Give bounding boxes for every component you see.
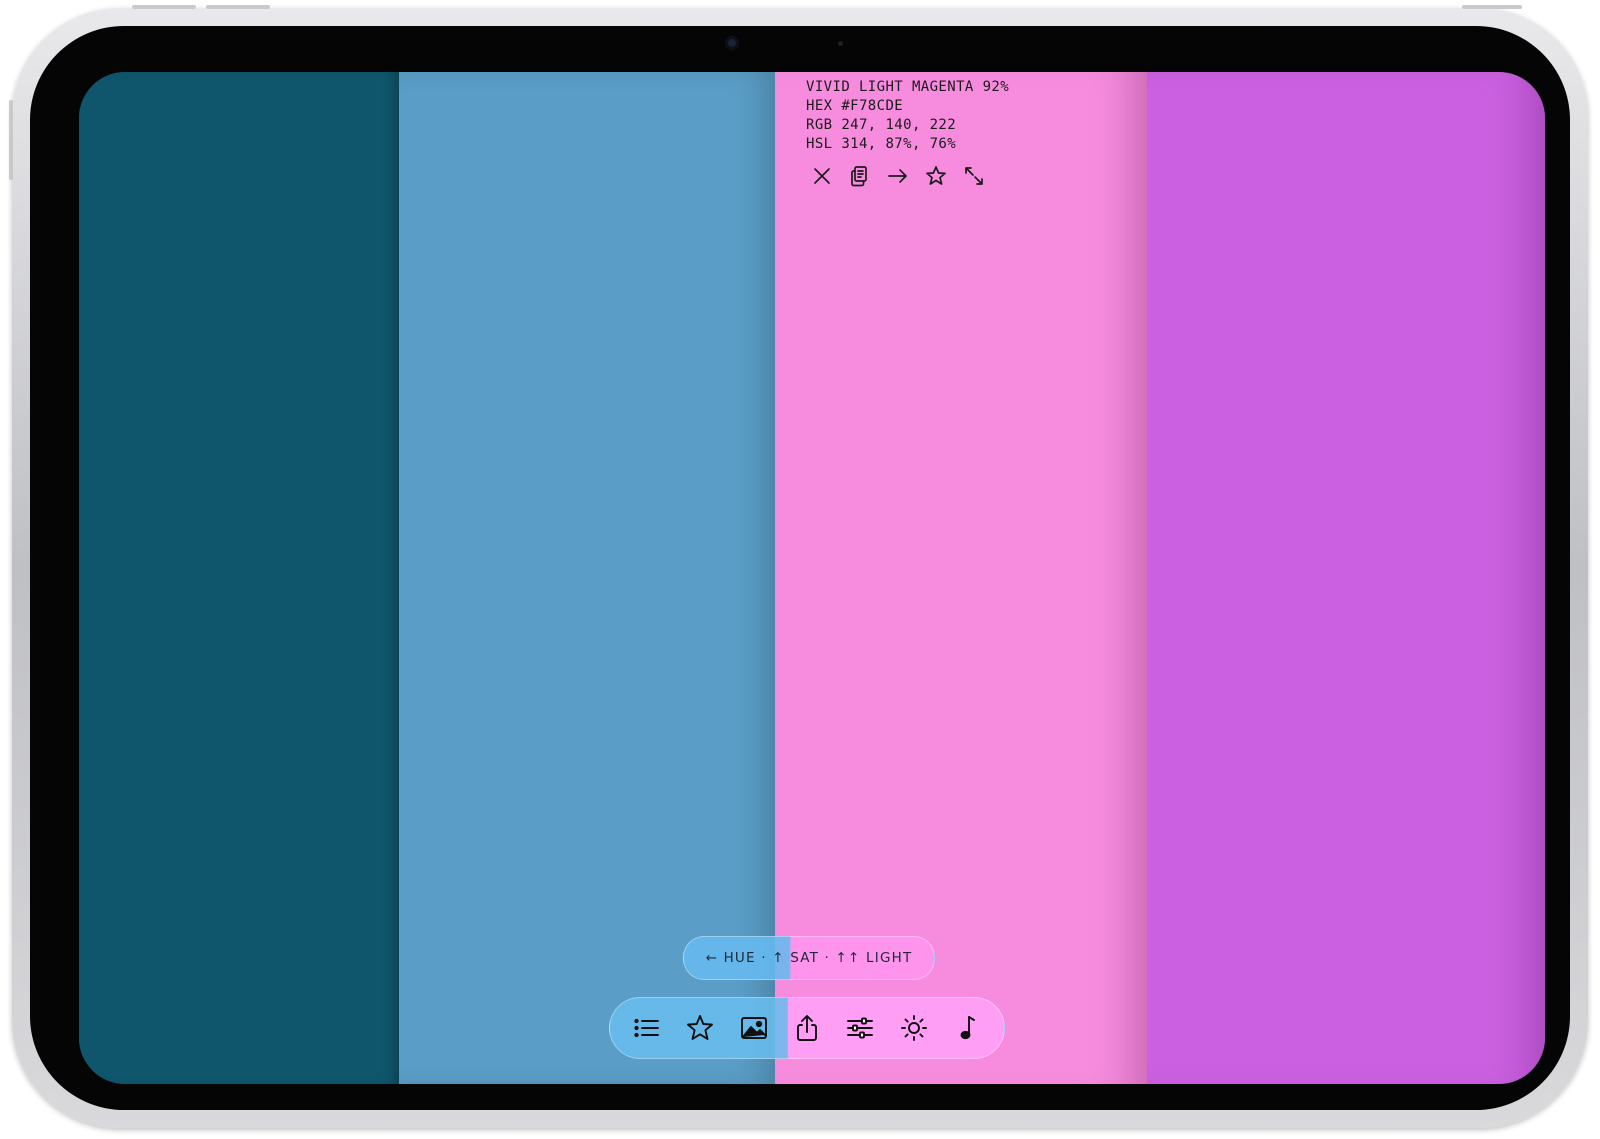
favorites-button[interactable] [678, 1006, 722, 1050]
share-button[interactable] [785, 1006, 829, 1050]
sensor-dot [838, 41, 843, 46]
swatch-actions [806, 160, 990, 192]
copy-icon [851, 166, 867, 187]
favorite-button[interactable] [920, 160, 952, 192]
adjust-button[interactable] [838, 1006, 882, 1050]
hex-value-label: HEX #F78CDE [806, 98, 904, 114]
bottom-toolbar [609, 997, 1005, 1059]
camera-icon [725, 36, 739, 50]
next-button[interactable] [882, 160, 914, 192]
close-button[interactable] [806, 160, 838, 192]
expand-icon [965, 167, 983, 185]
tablet-frame: VIVID LIGHT MAGENTA 92% HEX #F78CDE RGB … [9, 5, 1588, 1128]
music-note-icon [960, 1016, 976, 1040]
image-icon [740, 1017, 767, 1039]
arrow-right-icon [888, 169, 907, 183]
close-icon [814, 168, 830, 184]
image-button[interactable] [732, 1006, 776, 1050]
sliders-icon [847, 1017, 874, 1039]
hsl-value-label: HSL 314, 87%, 76% [806, 136, 957, 152]
swatch-3-selected[interactable] [775, 72, 1147, 1084]
list-icon [634, 1018, 659, 1038]
gesture-hint-text: ← HUE · ↑ SAT · ↑↑ LIGHT [705, 950, 913, 966]
volume-button [132, 5, 196, 9]
sound-button[interactable] [945, 1006, 989, 1050]
expand-button[interactable] [958, 160, 990, 192]
share-icon [797, 1015, 817, 1041]
side-switch [9, 100, 13, 180]
swatch-1[interactable] [79, 72, 399, 1084]
star-icon [687, 1015, 714, 1040]
swatch-2[interactable] [399, 72, 775, 1084]
star-icon [926, 166, 946, 185]
gesture-hint: ← HUE · ↑ SAT · ↑↑ LIGHT [683, 936, 935, 980]
palettes-list-button[interactable] [625, 1006, 669, 1050]
brightness-button[interactable] [892, 1006, 936, 1050]
color-name-label: VIVID LIGHT MAGENTA 92% [806, 79, 1010, 95]
rgb-value-label: RGB 247, 140, 222 [806, 117, 957, 133]
swatch-info: VIVID LIGHT MAGENTA 92% HEX #F78CDE RGB … [806, 78, 1009, 154]
volume-button-2 [206, 5, 270, 9]
swatch-4[interactable] [1147, 72, 1545, 1084]
palette-screen: VIVID LIGHT MAGENTA 92% HEX #F78CDE RGB … [79, 72, 1545, 1084]
copy-button[interactable] [844, 160, 876, 192]
top-button [1462, 5, 1522, 9]
sun-icon [900, 1015, 927, 1041]
